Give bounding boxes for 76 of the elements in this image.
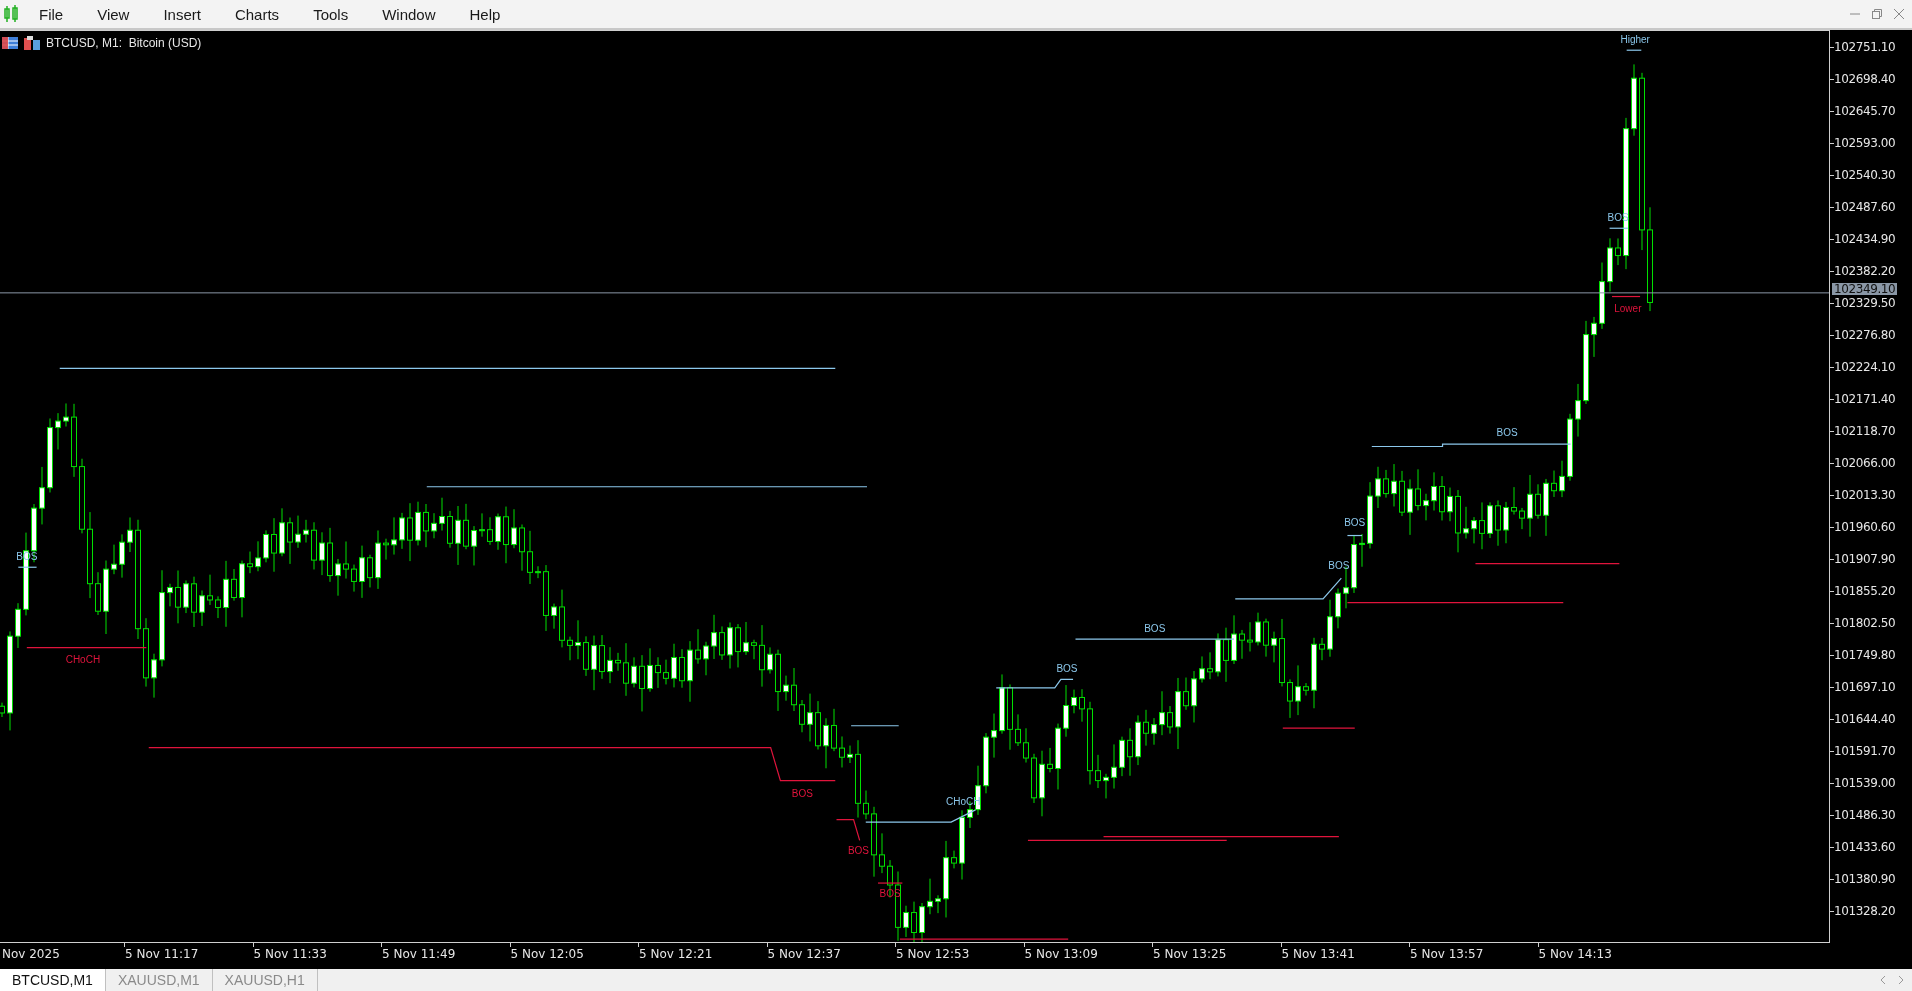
price-label: 102593.00 <box>1834 137 1896 149</box>
chart-title: BTCUSD, M1: Bitcoin (USD) <box>46 36 202 50</box>
level-line <box>1611 295 1641 298</box>
price-label: 101433.60 <box>1834 841 1896 853</box>
menu-item[interactable]: Insert <box>146 5 218 23</box>
price-label: 102066.00 <box>1834 457 1896 469</box>
structure-label: BOS <box>1144 622 1166 634</box>
price-label: 102751.10 <box>1834 41 1896 53</box>
close-icon <box>1894 9 1904 19</box>
menu-item[interactable]: Tools <box>296 5 366 23</box>
restore-icon <box>1872 9 1882 19</box>
structure-label: CHoCH <box>65 653 101 665</box>
time-label: 5 Nov 11:33 <box>253 947 327 961</box>
level-line <box>835 819 861 841</box>
price-label: 101960.60 <box>1834 521 1896 533</box>
time-label: 5 Nov 13:25 <box>1153 947 1227 961</box>
menu-item[interactable]: Window <box>365 5 453 23</box>
level-line <box>1346 534 1363 537</box>
structure-label: BOS <box>1328 559 1350 571</box>
candles-icon <box>4 5 18 23</box>
scroll-right-icon <box>1898 976 1904 984</box>
time-label: 5 Nov 13:09 <box>1024 947 1098 961</box>
menu-item[interactable]: File <box>22 5 81 23</box>
time-label: 5 Nov 11:49 <box>382 947 456 961</box>
structure-label: Higher <box>1620 33 1650 45</box>
level-line <box>877 882 903 884</box>
price-label: 102171.40 <box>1834 393 1896 405</box>
price-label: 102698.40 <box>1834 73 1896 85</box>
time-label: 5 Nov 12:37 <box>767 947 841 961</box>
time-label: 5 Nov 12:05 <box>510 947 584 961</box>
level-line <box>1609 227 1629 229</box>
price-label: 102487.60 <box>1834 201 1896 213</box>
level-line <box>17 566 38 568</box>
structure-label: BOS <box>1496 426 1518 438</box>
table-icon <box>2 37 18 49</box>
structure-label: BOS <box>791 787 813 799</box>
price-label: 101644.40 <box>1834 713 1896 725</box>
time-label: 5 Nov 13:57 <box>1410 947 1484 961</box>
time-label: 5 Nov 13:41 <box>1281 947 1355 961</box>
menu-item[interactable]: Help <box>452 5 518 23</box>
price-label: 102224.10 <box>1834 361 1896 373</box>
chart-window-icon <box>24 36 40 50</box>
price-label: 101486.30 <box>1834 809 1896 821</box>
price-label: 102329.50 <box>1834 297 1896 309</box>
price-label: 102540.30 <box>1834 169 1896 181</box>
chart-tab[interactable]: BTCUSD,M1 <box>0 969 106 991</box>
price-label: 101591.70 <box>1834 745 1896 757</box>
price-label: 101380.90 <box>1834 873 1896 885</box>
current-price-label: 102349.10 <box>1832 282 1898 295</box>
price-label: 101749.80 <box>1834 649 1896 661</box>
price-label: 101855.20 <box>1834 585 1896 597</box>
level-line <box>1626 49 1642 51</box>
level-line <box>850 725 900 727</box>
time-label: 5 Nov 12:53 <box>896 947 970 961</box>
price-label: 101907.90 <box>1834 553 1896 565</box>
structure-label: BOS <box>1344 516 1366 528</box>
time-label: 5 Nov 12:21 <box>639 947 713 961</box>
menu-item[interactable]: Charts <box>217 5 297 23</box>
structure-label: BOS <box>1056 662 1078 674</box>
price-label: 102276.80 <box>1834 329 1896 341</box>
price-label: 101539.00 <box>1834 777 1896 789</box>
time-label: 5 Nov 14:13 <box>1538 947 1612 961</box>
structure-label: Lower <box>1614 302 1642 314</box>
price-label: 101697.10 <box>1834 681 1896 693</box>
price-label: 102434.90 <box>1834 233 1896 245</box>
price-label: 101328.20 <box>1834 905 1896 917</box>
price-label: 101802.50 <box>1834 617 1896 629</box>
structure-label: BOS <box>847 844 869 856</box>
time-label: Nov 2025 <box>2 947 60 961</box>
price-label: 102645.70 <box>1834 105 1896 117</box>
price-label: 102118.70 <box>1834 425 1896 437</box>
time-label: 5 Nov 11:17 <box>125 947 199 961</box>
scroll-left-icon <box>1880 976 1886 984</box>
menu-item[interactable]: View <box>80 5 147 23</box>
price-label: 102382.20 <box>1834 265 1896 277</box>
price-label: 102013.30 <box>1834 489 1896 501</box>
